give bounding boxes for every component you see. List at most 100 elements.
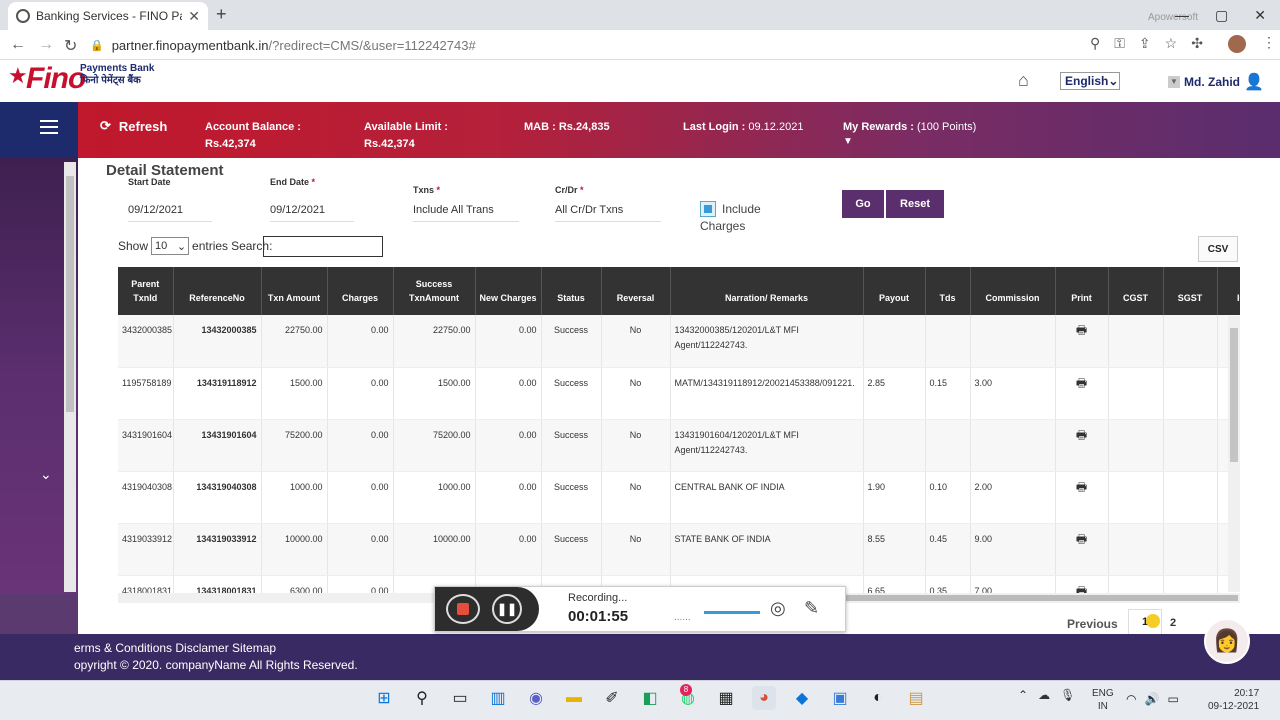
column-header[interactable]: SGST xyxy=(1163,267,1218,315)
crdr-select[interactable]: All Cr/Dr Txns xyxy=(555,204,661,222)
volume-icon[interactable]: 🔊 xyxy=(1144,692,1159,706)
chat-icon[interactable]: ◉ xyxy=(524,686,548,710)
table-vertical-scrollbar[interactable] xyxy=(1228,316,1240,592)
calculator-icon[interactable]: ▦ xyxy=(714,686,738,710)
csv-button[interactable]: CSV xyxy=(1198,236,1238,262)
chevron-down-icon[interactable]: ⌄ xyxy=(40,466,52,483)
home-icon[interactable]: ⌂ xyxy=(1018,70,1029,91)
table-cell: Success xyxy=(541,471,602,524)
print-icon[interactable]: 🖶 xyxy=(1076,376,1087,390)
column-header[interactable]: Print xyxy=(1055,267,1109,315)
print-icon[interactable]: 🖶 xyxy=(1076,532,1087,546)
table-cell: MATM/134319118912/20021453388/091221. xyxy=(670,367,864,420)
column-header[interactable]: Narration/ Remarks xyxy=(670,267,864,315)
battery-icon[interactable]: ▭ xyxy=(1167,692,1178,706)
column-header[interactable]: Commission xyxy=(970,267,1056,315)
go-button[interactable]: Go xyxy=(842,190,884,218)
file-explorer-icon[interactable]: ▬ xyxy=(562,686,586,710)
new-tab-icon[interactable]: + xyxy=(216,4,227,25)
include-charges-checkbox[interactable] xyxy=(700,201,716,217)
meet-icon[interactable]: ◧ xyxy=(638,686,662,710)
print-icon[interactable]: 🖶 xyxy=(1076,480,1087,494)
end-date-input[interactable]: 09/12/2021 xyxy=(270,204,354,222)
print-icon[interactable]: 🖶 xyxy=(1076,428,1087,442)
table-cell: 0.00 xyxy=(475,523,542,576)
pen-icon[interactable]: ✎ xyxy=(804,598,819,619)
back-icon[interactable]: ← xyxy=(10,36,26,54)
browser-menu-icon[interactable]: ⋮ xyxy=(1262,34,1276,51)
star-icon[interactable]: ☆ xyxy=(1165,35,1178,52)
reset-button[interactable]: Reset xyxy=(886,190,944,218)
column-header[interactable]: Charges xyxy=(327,267,394,315)
webcam-icon[interactable]: ◎ xyxy=(770,598,786,619)
previous-page-button[interactable]: Previous xyxy=(1067,617,1118,631)
close-window-icon[interactable]: ✕ xyxy=(1254,7,1266,24)
search-icon[interactable]: ⚲ xyxy=(410,686,434,710)
minimize-icon[interactable]: — xyxy=(1175,7,1189,23)
statement-table: Parent TxnId ReferenceNo Txn Amount Charges… xyxy=(118,267,1240,593)
txns-select[interactable]: Include All Trans xyxy=(413,204,519,222)
language-select[interactable]: English ⌄ xyxy=(1060,72,1120,90)
key-icon[interactable]: ⚿ xyxy=(1114,35,1125,52)
volume-slider[interactable] xyxy=(704,611,760,614)
location-icon[interactable]: ⚲ xyxy=(1090,35,1100,52)
column-header[interactable]: Status xyxy=(541,267,602,315)
app-icon[interactable]: ◆ xyxy=(790,686,814,710)
search-input[interactable] xyxy=(263,236,383,257)
widgets-icon[interactable]: ▥ xyxy=(486,686,510,710)
pause-record-button[interactable]: ❚❚ xyxy=(492,594,522,624)
help-assistant-avatar[interactable]: 👩 xyxy=(1204,618,1250,664)
column-header[interactable]: IGST xyxy=(1217,267,1240,315)
table-cell xyxy=(1163,471,1218,524)
column-header[interactable]: Reversal xyxy=(601,267,671,315)
table-cell: Success xyxy=(541,419,602,472)
microphone-icon[interactable]: 🎙 xyxy=(1060,688,1075,702)
windows-start-icon[interactable]: ⊞ xyxy=(372,686,396,710)
my-rewards[interactable]: My Rewards : (100 Points) xyxy=(843,119,976,136)
language-indicator[interactable]: ENG IN xyxy=(1092,687,1114,713)
column-header[interactable]: Success TxnAmount xyxy=(393,267,476,315)
column-header[interactable]: Tds xyxy=(925,267,971,315)
entries-select[interactable]: 10 ⌄ xyxy=(151,237,190,255)
url-field[interactable]: 🔒 partner.finopaymentbank.in/?redirect=C… xyxy=(90,34,1110,56)
dropdown-icon[interactable]: ▼ xyxy=(1168,76,1180,88)
app-icon[interactable]: ◐ xyxy=(866,686,890,710)
app-icon[interactable]: ▤ xyxy=(904,686,928,710)
refresh-button[interactable]: ⟳ Refresh xyxy=(100,118,167,134)
column-header[interactable]: ReferenceNo xyxy=(173,267,262,315)
reload-icon[interactable]: ↻ xyxy=(64,36,77,56)
chrome-icon[interactable]: ◕ xyxy=(752,686,776,710)
profile-avatar[interactable] xyxy=(1228,35,1246,53)
column-header[interactable]: Txn Amount xyxy=(261,267,328,315)
table-cell xyxy=(1163,315,1218,368)
maximize-icon[interactable]: ▢ xyxy=(1215,7,1228,24)
close-tab-icon[interactable]: ✕ xyxy=(188,8,200,25)
taskbar-clock[interactable]: 20:17 09-12-2021 xyxy=(1208,687,1259,713)
page-2-button[interactable]: 2 xyxy=(1170,617,1176,629)
cloud-icon[interactable]: ☁ xyxy=(1038,688,1050,702)
chevron-up-icon[interactable]: ⌃ xyxy=(1018,688,1028,702)
print-icon[interactable]: 🖶 xyxy=(1076,323,1087,337)
column-header[interactable]: CGST xyxy=(1108,267,1164,315)
wifi-icon[interactable]: ◠ xyxy=(1126,692,1136,706)
start-date-input[interactable]: 09/12/2021 xyxy=(128,204,212,222)
app-icon[interactable]: ▣ xyxy=(828,686,852,710)
column-header[interactable]: Payout xyxy=(863,267,926,315)
extensions-icon[interactable]: ✣ xyxy=(1191,35,1203,52)
hamburger-menu-icon[interactable] xyxy=(40,120,58,134)
column-header[interactable]: Parent TxnId xyxy=(118,267,174,315)
task-view-icon[interactable]: ▭ xyxy=(448,686,472,710)
rewards-caret-icon[interactable]: ▼ xyxy=(843,136,853,147)
table-row: 4319040308 134319040308 1000.00 0.00 1000.00… xyxy=(118,471,1240,524)
forward-icon[interactable]: → xyxy=(38,36,54,54)
app-icon[interactable]: ✐ xyxy=(600,686,624,710)
footer-links[interactable]: erms & Conditions Disclamer Sitemap xyxy=(74,641,276,655)
my-rewards-label: My Rewards : xyxy=(843,121,914,133)
column-header[interactable]: New Charges xyxy=(475,267,542,315)
browser-tab[interactable]: Banking Services - FINO Payment ✕ xyxy=(8,2,208,30)
stop-record-button[interactable] xyxy=(446,594,480,624)
print-icon[interactable]: 🖶 xyxy=(1076,584,1087,594)
user-menu[interactable]: ▼ Md. Zahid 👤 xyxy=(1168,72,1264,92)
share-icon[interactable]: ⇪ xyxy=(1139,35,1151,52)
sidebar-scrollbar[interactable] xyxy=(64,162,76,592)
